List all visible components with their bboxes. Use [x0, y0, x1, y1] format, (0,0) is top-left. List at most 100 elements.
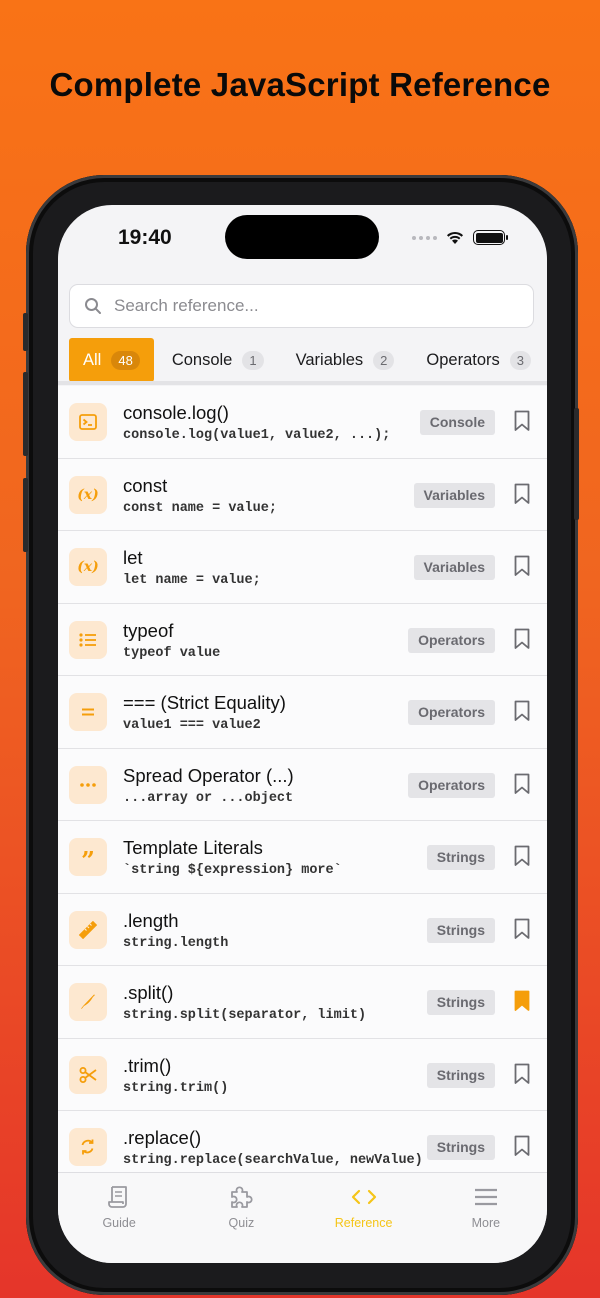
- tab-label: All: [83, 350, 102, 369]
- tabbar-label: More: [471, 1216, 501, 1230]
- ruler-icon: [69, 910, 107, 949]
- phone-side-button: [23, 372, 28, 456]
- battery-icon: [473, 230, 508, 245]
- phone-side-button: [23, 478, 28, 552]
- item-title: .replace(): [123, 1127, 202, 1148]
- category-badge: Operators: [408, 772, 495, 798]
- variable-icon: (x): [69, 548, 107, 586]
- tab-variables[interactable]: Variables 2: [282, 338, 409, 382]
- item-title: const: [123, 474, 168, 496]
- category-badge: Variables: [413, 482, 495, 508]
- variable-icon: (x): [69, 475, 107, 514]
- ellipsis-icon: [69, 765, 107, 804]
- tabbar-more[interactable]: More: [425, 1173, 547, 1263]
- search-icon: [85, 298, 101, 314]
- item-syntax: string.trim(): [123, 1080, 229, 1096]
- item-title: .split(): [123, 982, 174, 1003]
- search-bar[interactable]: [69, 284, 534, 328]
- item-syntax: console.log(value1, value2, ...);: [123, 428, 391, 443]
- tab-all[interactable]: All 48: [69, 338, 154, 382]
- bookmark-icon[interactable]: [514, 845, 530, 867]
- list-item[interactable]: (x) let let name = value; Variables: [58, 531, 547, 604]
- category-badge: Operators: [408, 627, 495, 653]
- tab-count: 2: [373, 350, 395, 370]
- item-syntax: string.length: [123, 935, 229, 951]
- item-title: .trim(): [123, 1054, 172, 1076]
- scroll-icon: [108, 1186, 128, 1208]
- category-badge: Strings: [426, 1135, 495, 1160]
- dynamic-island: [225, 215, 379, 259]
- bookmark-icon[interactable]: [514, 918, 530, 940]
- tabbar-reference[interactable]: Reference: [303, 1173, 425, 1263]
- equals-icon: [69, 693, 107, 731]
- item-syntax: string.replace(searchValue, newValue): [123, 1153, 423, 1168]
- bookmark-icon[interactable]: [514, 1063, 530, 1085]
- search-input[interactable]: [114, 296, 494, 316]
- tab-console[interactable]: Console 1: [158, 338, 278, 382]
- tabbar-label: Reference: [334, 1216, 393, 1230]
- list-item[interactable]: .length string.length Strings: [58, 893, 547, 966]
- tab-count: 1: [242, 350, 264, 370]
- tab-label: Variables: [295, 350, 364, 369]
- category-badge: Strings: [426, 990, 495, 1015]
- item-syntax: `string ${expression} more`: [123, 863, 342, 878]
- category-badge: Strings: [426, 1062, 495, 1088]
- promo-headline: Complete JavaScript Reference: [49, 66, 551, 103]
- list-item[interactable]: ” Template Literals `string ${expression…: [58, 821, 547, 894]
- list-icon: [69, 620, 107, 659]
- list-item[interactable]: === (Strict Equality) value1 === value2 …: [58, 676, 547, 749]
- tabbar-quiz[interactable]: Quiz: [180, 1173, 302, 1263]
- item-title: .length: [123, 909, 179, 931]
- bookmark-icon[interactable]: [514, 700, 530, 722]
- item-title: Template Literals: [123, 837, 263, 858]
- bookmark-icon[interactable]: [514, 1135, 530, 1157]
- tabbar-label: Guide: [102, 1216, 136, 1230]
- app-screen: 19:40 All 48 Console 1 Variables 2: [58, 205, 547, 1263]
- bookmark-icon[interactable]: [514, 628, 530, 650]
- puzzle-icon: [231, 1186, 253, 1208]
- quote-icon: ”: [69, 838, 107, 876]
- bookmark-filled-icon[interactable]: [514, 990, 530, 1012]
- item-syntax: typeof value: [123, 645, 221, 661]
- list-item[interactable]: Spread Operator (...) ...array or ...obj…: [58, 748, 547, 821]
- list-item[interactable]: (x) const const name = value; Variables: [58, 458, 547, 531]
- item-title: typeof: [123, 619, 174, 641]
- reference-list: console.log() console.log(value1, value2…: [58, 386, 547, 1184]
- list-item[interactable]: .split() string.split(separator, limit) …: [58, 966, 547, 1039]
- replace-icon: [69, 1128, 107, 1166]
- tab-count: 3: [509, 350, 532, 370]
- list-item[interactable]: .trim() string.trim() Strings: [58, 1038, 547, 1111]
- item-title: let: [123, 547, 143, 568]
- category-badge: Strings: [426, 917, 495, 943]
- bookmark-icon[interactable]: [514, 410, 530, 432]
- phone-side-button: [23, 313, 28, 351]
- tab-label: Console: [171, 350, 233, 369]
- phone-side-button: [574, 408, 579, 520]
- item-syntax: let name = value;: [123, 573, 261, 588]
- item-syntax: string.split(separator, limit): [123, 1008, 367, 1023]
- scissors-icon: [69, 1055, 107, 1094]
- category-badge: Strings: [426, 845, 495, 870]
- list-item[interactable]: console.log() console.log(value1, value2…: [58, 386, 547, 459]
- item-title: === (Strict Equality): [123, 692, 286, 713]
- item-syntax: const name = value;: [123, 500, 277, 516]
- category-badge: Console: [419, 410, 495, 435]
- category-tabs: All 48 Console 1 Variables 2 Operators 3: [69, 338, 547, 382]
- terminal-icon: [69, 403, 107, 441]
- tab-divider: [58, 381, 547, 385]
- wifi-icon: [447, 231, 463, 244]
- list-item[interactable]: typeof typeof value Operators: [58, 603, 547, 676]
- bookmark-icon[interactable]: [514, 483, 530, 505]
- tabbar-guide[interactable]: Guide: [58, 1173, 180, 1263]
- category-badge: Variables: [413, 555, 495, 580]
- menu-icon: [474, 1188, 497, 1206]
- item-syntax: ...array or ...object: [123, 790, 294, 806]
- item-title: Spread Operator (...): [123, 764, 294, 786]
- bookmark-icon[interactable]: [514, 555, 530, 577]
- status-icons: [412, 230, 508, 245]
- bookmark-icon[interactable]: [514, 773, 530, 795]
- tab-count: 48: [111, 350, 140, 370]
- signal-icon: [412, 235, 437, 240]
- code-icon: [351, 1189, 376, 1205]
- tab-operators[interactable]: Operators 3: [412, 338, 545, 382]
